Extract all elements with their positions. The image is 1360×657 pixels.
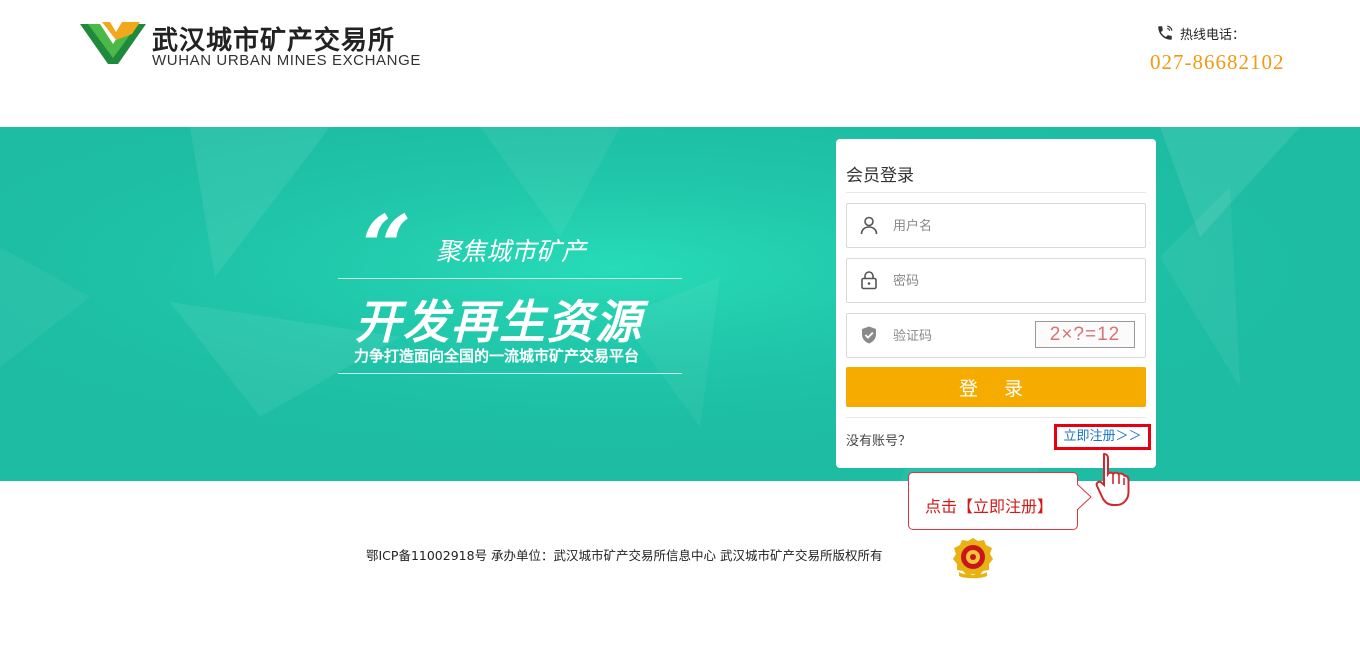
logo-title-en: WUHAN URBAN MINES EXCHANGE — [152, 52, 421, 69]
banner-headline: 开发再生资源 — [355, 295, 643, 349]
banner-divider-top — [338, 278, 682, 279]
login-footer-divider — [846, 417, 1146, 418]
hotline-label: 热线电话： — [1180, 28, 1246, 43]
phone-icon — [1158, 25, 1173, 40]
captcha-field[interactable]: 2×?=12 — [846, 313, 1146, 358]
login-panel: 会员登录 2×?=12 登 录 没有账号？ 立即注册＞＞ — [836, 139, 1156, 468]
register-link[interactable]: 立即注册＞＞ — [1054, 424, 1151, 450]
username-input[interactable] — [891, 214, 1075, 238]
hotline-number: 027-86682102 — [1150, 50, 1285, 74]
password-field[interactable] — [846, 258, 1146, 303]
site-logo[interactable]: 武汉城市矿产交易所 WUHAN URBAN MINES EXCHANGE — [80, 18, 440, 70]
no-account-text: 没有账号？ — [846, 434, 912, 449]
captcha-image[interactable]: 2×?=12 — [1035, 321, 1135, 348]
callout-arrow — [1076, 484, 1092, 510]
pointing-hand-icon — [1095, 452, 1130, 506]
user-icon — [860, 216, 878, 235]
banner-subtitle: 聚焦城市矿产 — [436, 237, 587, 266]
hero-banner — [0, 127, 1360, 481]
captcha-input[interactable] — [891, 324, 1025, 348]
shield-check-icon — [862, 326, 876, 344]
banner-tagline: 力争打造面向全国的一流城市矿产交易平台 — [354, 347, 640, 365]
police-emblem-icon[interactable] — [951, 537, 995, 579]
password-input[interactable] — [891, 269, 1075, 293]
callout-box: 点击【立即注册】 — [908, 472, 1078, 530]
callout-text: 点击【立即注册】 — [925, 497, 1054, 516]
banner-divider-bottom — [338, 373, 682, 374]
footer-text: 鄂ICP备11002918号 承办单位：武汉城市矿产交易所信息中心 武汉城市矿产… — [366, 548, 883, 563]
banner-background — [0, 127, 1360, 481]
username-field[interactable] — [846, 203, 1146, 248]
login-title-divider — [846, 192, 1146, 193]
logo-icon — [80, 22, 146, 64]
lock-icon — [861, 271, 877, 290]
login-button[interactable]: 登 录 — [846, 367, 1146, 407]
login-title: 会员登录 — [846, 166, 914, 186]
